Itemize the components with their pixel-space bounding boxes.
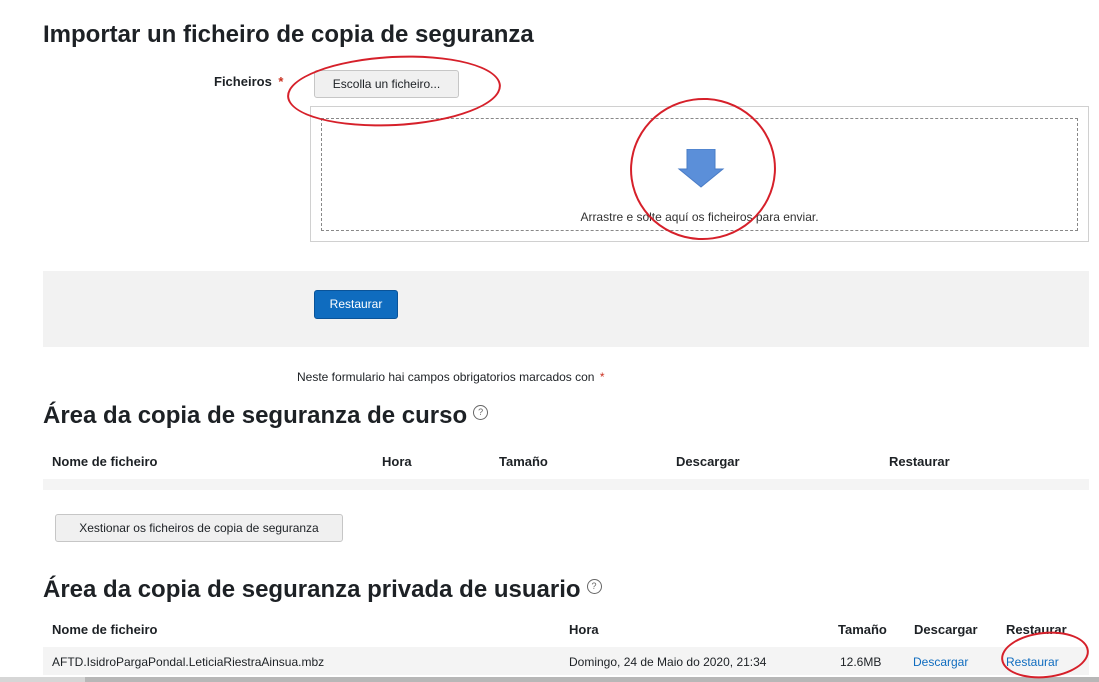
dropzone-text: Arrastre e solte aquí os ficheiros para … <box>580 210 819 224</box>
column-header-download: Descargar <box>914 622 978 637</box>
row-filename: AFTD.IsidroPargaPondal.LeticiaRiestraAin… <box>52 655 325 669</box>
row-download-link[interactable]: Descargar <box>913 655 968 669</box>
course-table-empty-row <box>43 479 1089 490</box>
column-header-size: Tamaño <box>838 622 887 637</box>
column-header-time: Hora <box>382 454 412 469</box>
required-note-text: Neste formulario hai campos obrigatorios… <box>297 370 595 384</box>
required-note: Neste formulario hai campos obrigatorios… <box>297 370 604 384</box>
files-label-row: Ficheiros * <box>214 74 283 89</box>
user-backup-table: Nome de ficheiro Hora Tamaño Descargar R… <box>43 617 1089 682</box>
help-circle-icon[interactable]: ? <box>473 405 489 421</box>
user-backup-title-text: Área da copia de seguranza privada de us… <box>43 576 581 603</box>
help-circle-icon[interactable]: ? <box>586 579 602 595</box>
column-header-size: Tamaño <box>499 454 548 469</box>
dropzone-dashed-area[interactable]: Arrastre e solte aquí os ficheiros para … <box>321 118 1078 231</box>
row-restore-link[interactable]: Restaurar <box>1006 655 1059 669</box>
course-backup-table: Nome de ficheiro Hora Tamaño Descargar R… <box>43 443 1089 493</box>
column-header-restore: Restaurar <box>1006 622 1067 637</box>
horizontal-scrollbar[interactable] <box>0 677 1099 682</box>
required-note-icon: * <box>599 370 605 384</box>
table-row: AFTD.IsidroPargaPondal.LeticiaRiestraAin… <box>43 647 1089 675</box>
manage-backup-files-button[interactable]: Xestionar os ficheiros de copia de segur… <box>55 514 343 542</box>
row-time: Domingo, 24 de Maio do 2020, 21:34 <box>569 655 767 669</box>
column-header-restore: Restaurar <box>889 454 950 469</box>
column-header-filename: Nome de ficheiro <box>52 622 158 637</box>
down-arrow-icon <box>677 149 725 188</box>
user-backup-title: Área da copia de seguranza privada de us… <box>43 576 602 604</box>
row-size: 12.6MB <box>840 655 882 669</box>
file-dropzone[interactable]: Arrastre e solte aquí os ficheiros para … <box>310 106 1089 242</box>
files-label: Ficheiros <box>214 74 272 89</box>
form-actions-band <box>43 271 1089 347</box>
column-header-download: Descargar <box>676 454 740 469</box>
restore-submit-button[interactable]: Restaurar <box>314 290 398 319</box>
column-header-time: Hora <box>569 622 599 637</box>
column-header-filename: Nome de ficheiro <box>52 454 158 469</box>
course-backup-title: Área da copia de seguranza de curso? <box>43 402 489 430</box>
choose-file-button[interactable]: Escolla un ficheiro... <box>314 70 459 98</box>
import-title: Importar un ficheiro de copia de seguran… <box>43 21 534 48</box>
required-icon: * <box>278 74 284 89</box>
horizontal-scrollbar-thumb[interactable] <box>85 677 1099 682</box>
course-backup-title-text: Área da copia de seguranza de curso <box>43 402 468 429</box>
